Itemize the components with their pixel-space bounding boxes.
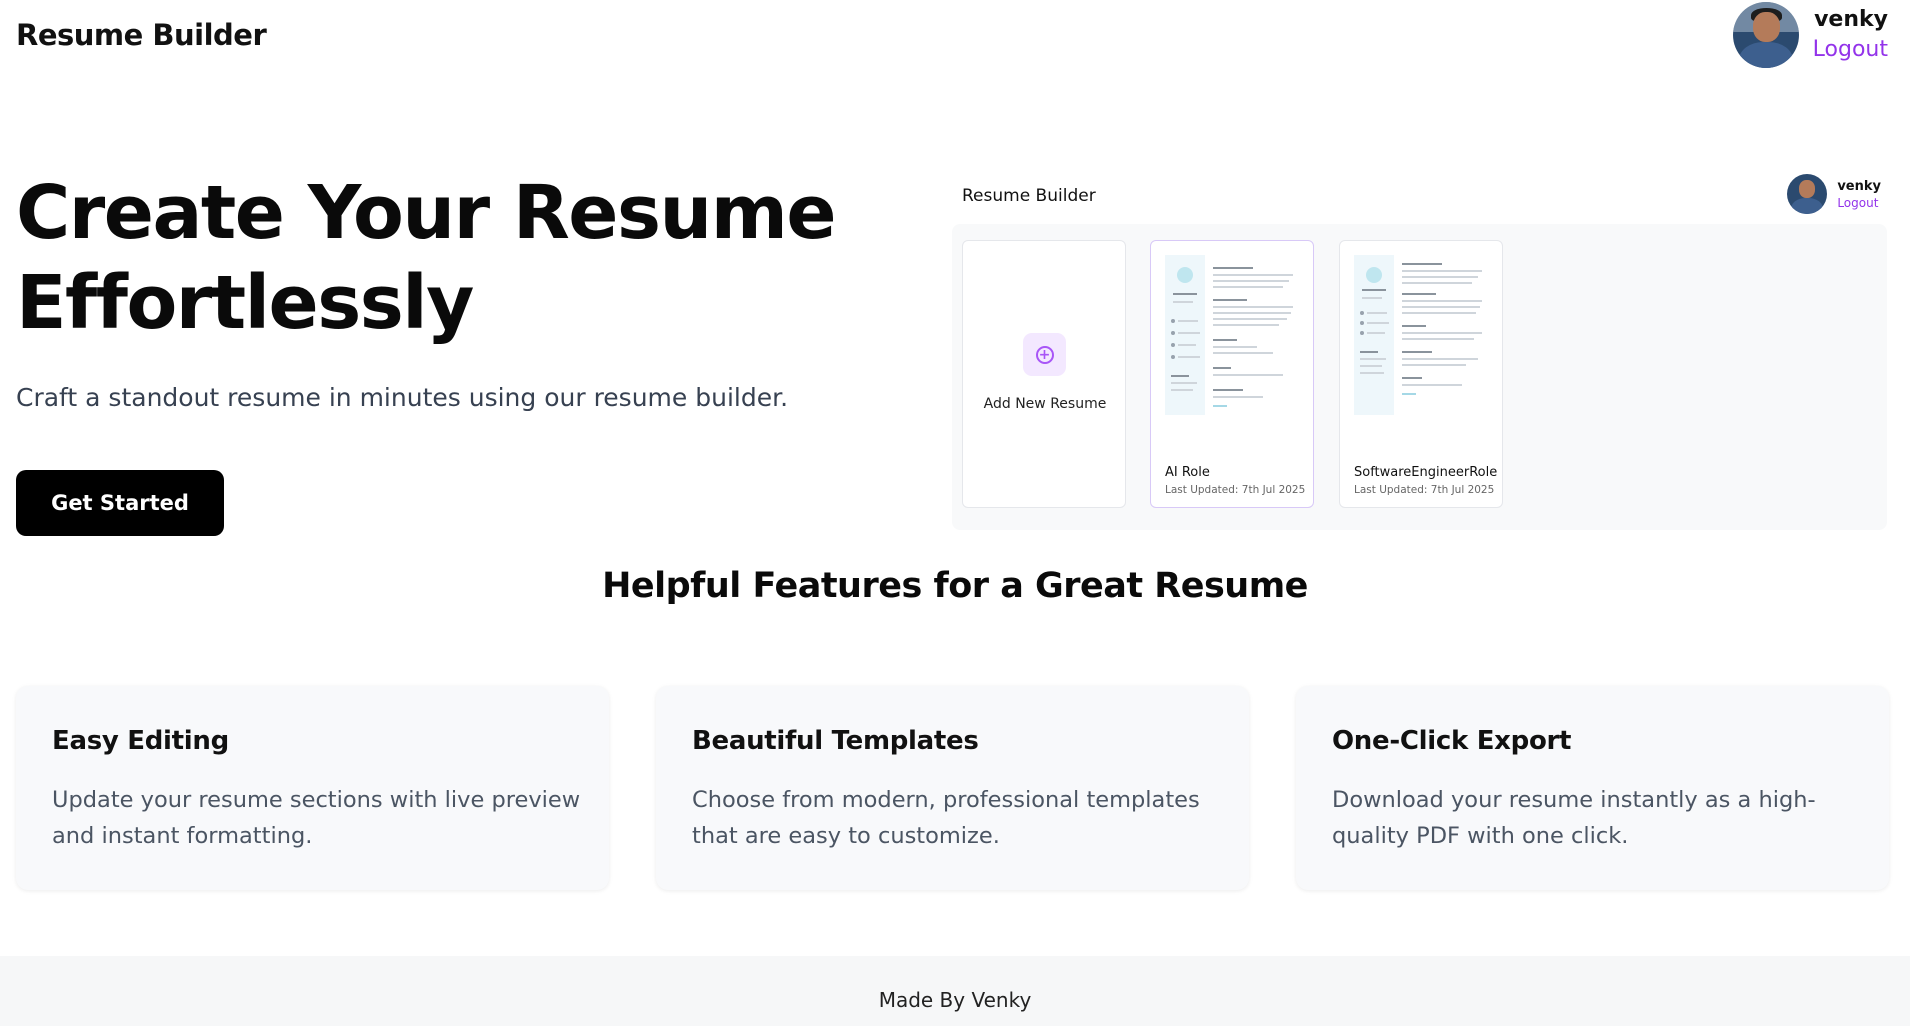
preview-avatar-icon <box>1787 174 1828 214</box>
preview-logout: Logout <box>1837 195 1879 210</box>
hero-title: Create Your Resume Effortlessly <box>16 170 837 346</box>
feature-description: Choose from modern, professional templat… <box>692 787 1200 849</box>
preview-user: venky Logout <box>1787 174 1881 214</box>
resume-thumbnail <box>1354 255 1490 455</box>
preview-user-name: venky <box>1837 178 1881 194</box>
feature-card-templates: Beautiful Templates Choose from modern, … <box>656 686 1249 890</box>
feature-description: Download your resume instantly as a high… <box>1332 787 1816 849</box>
preview-resume-card: SoftwareEngineerRole Last Updated: 7th J… <box>1339 240 1503 508</box>
user-info: venky Logout <box>1813 5 1888 65</box>
user-menu: venky Logout <box>1732 2 1888 68</box>
features-heading: Helpful Features for a Great Resume <box>602 566 1308 606</box>
user-avatar-icon[interactable] <box>1732 2 1799 68</box>
preview-resume-title: SoftwareEngineerRole <box>1354 465 1498 480</box>
preview-resume-updated: Last Updated: 7th Jul 2025 <box>1354 484 1495 496</box>
preview-brand: Resume Builder <box>962 186 1096 206</box>
page-footer: Made By Venky <box>0 956 1910 1026</box>
logout-link[interactable]: Logout <box>1813 35 1888 65</box>
top-header: Resume Builder venky Logout <box>0 0 1910 80</box>
feature-card-easy-editing: Easy Editing Update your resume sections… <box>16 686 609 890</box>
preview-resume-updated: Last Updated: 7th Jul 2025 <box>1165 484 1306 496</box>
preview-resume-card: AI Role Last Updated: 7th Jul 2025 <box>1150 240 1314 508</box>
get-started-button[interactable]: Get Started <box>16 470 224 536</box>
feature-description: Update your resume sections with live pr… <box>52 787 581 849</box>
preview-resume-title: AI Role <box>1165 465 1210 480</box>
brand-title[interactable]: Resume Builder <box>16 18 267 52</box>
feature-card-export: One-Click Export Download your resume in… <box>1296 686 1889 890</box>
feature-title: One-Click Export <box>1332 726 1572 756</box>
preview-add-resume-card: + Add New Resume <box>962 240 1126 508</box>
hero-subtitle: Craft a standout resume in minutes using… <box>16 383 789 412</box>
preview-add-label: Add New Resume <box>983 396 1107 412</box>
footer-text: Made By Venky <box>878 988 1032 1012</box>
resume-thumbnail <box>1165 255 1301 455</box>
feature-title: Beautiful Templates <box>692 726 979 756</box>
user-name: venky <box>1814 7 1888 32</box>
feature-title: Easy Editing <box>52 726 229 756</box>
preview-resume-grid: + Add New Resume AI Role Last Updated: 7… <box>952 224 1887 530</box>
plus-circle-icon: + <box>1023 333 1066 376</box>
dashboard-preview-image: Resume Builder venky Logout + Add New Re… <box>952 172 1887 530</box>
